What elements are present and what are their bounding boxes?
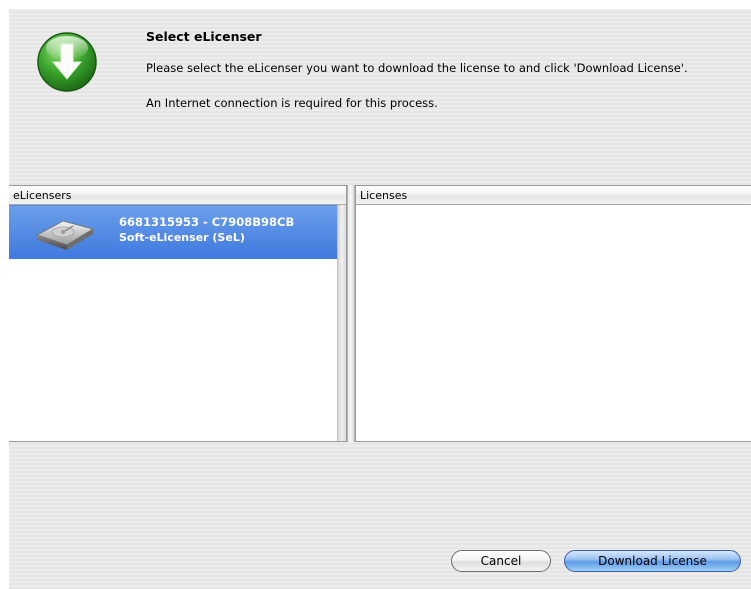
licenses-pane: Licenses xyxy=(355,185,751,442)
elicenser-type: Soft-eLicenser (SeL) xyxy=(119,231,245,244)
download-license-button[interactable]: Download License xyxy=(564,550,741,572)
dialog-description: Please select the eLicenser you want to … xyxy=(146,61,688,75)
elicensers-header: eLicensers xyxy=(9,186,346,205)
cancel-button[interactable]: Cancel xyxy=(451,550,551,572)
internet-note: An Internet connection is required for t… xyxy=(146,96,438,110)
dialog-title: Select eLicenser xyxy=(146,29,262,44)
elicensers-scrollbar[interactable] xyxy=(337,205,346,441)
download-arrow-icon xyxy=(36,31,98,93)
select-elicenser-dialog: Select eLicenser Please select the eLice… xyxy=(9,9,751,589)
elicensers-list[interactable]: 6681315953 - C7908B98CB Soft-eLicenser (… xyxy=(9,205,346,441)
elicensers-pane: eLicensers 6681315953 - C7908B98CB Soft-… xyxy=(9,185,347,442)
elicenser-list-item[interactable]: 6681315953 - C7908B98CB Soft-eLicenser (… xyxy=(9,205,338,259)
hard-drive-icon xyxy=(33,213,97,253)
licenses-list[interactable] xyxy=(356,205,751,441)
licenses-header: Licenses xyxy=(356,186,751,205)
elicenser-id: 6681315953 - C7908B98CB xyxy=(119,215,295,229)
pane-splitter[interactable] xyxy=(347,185,355,442)
